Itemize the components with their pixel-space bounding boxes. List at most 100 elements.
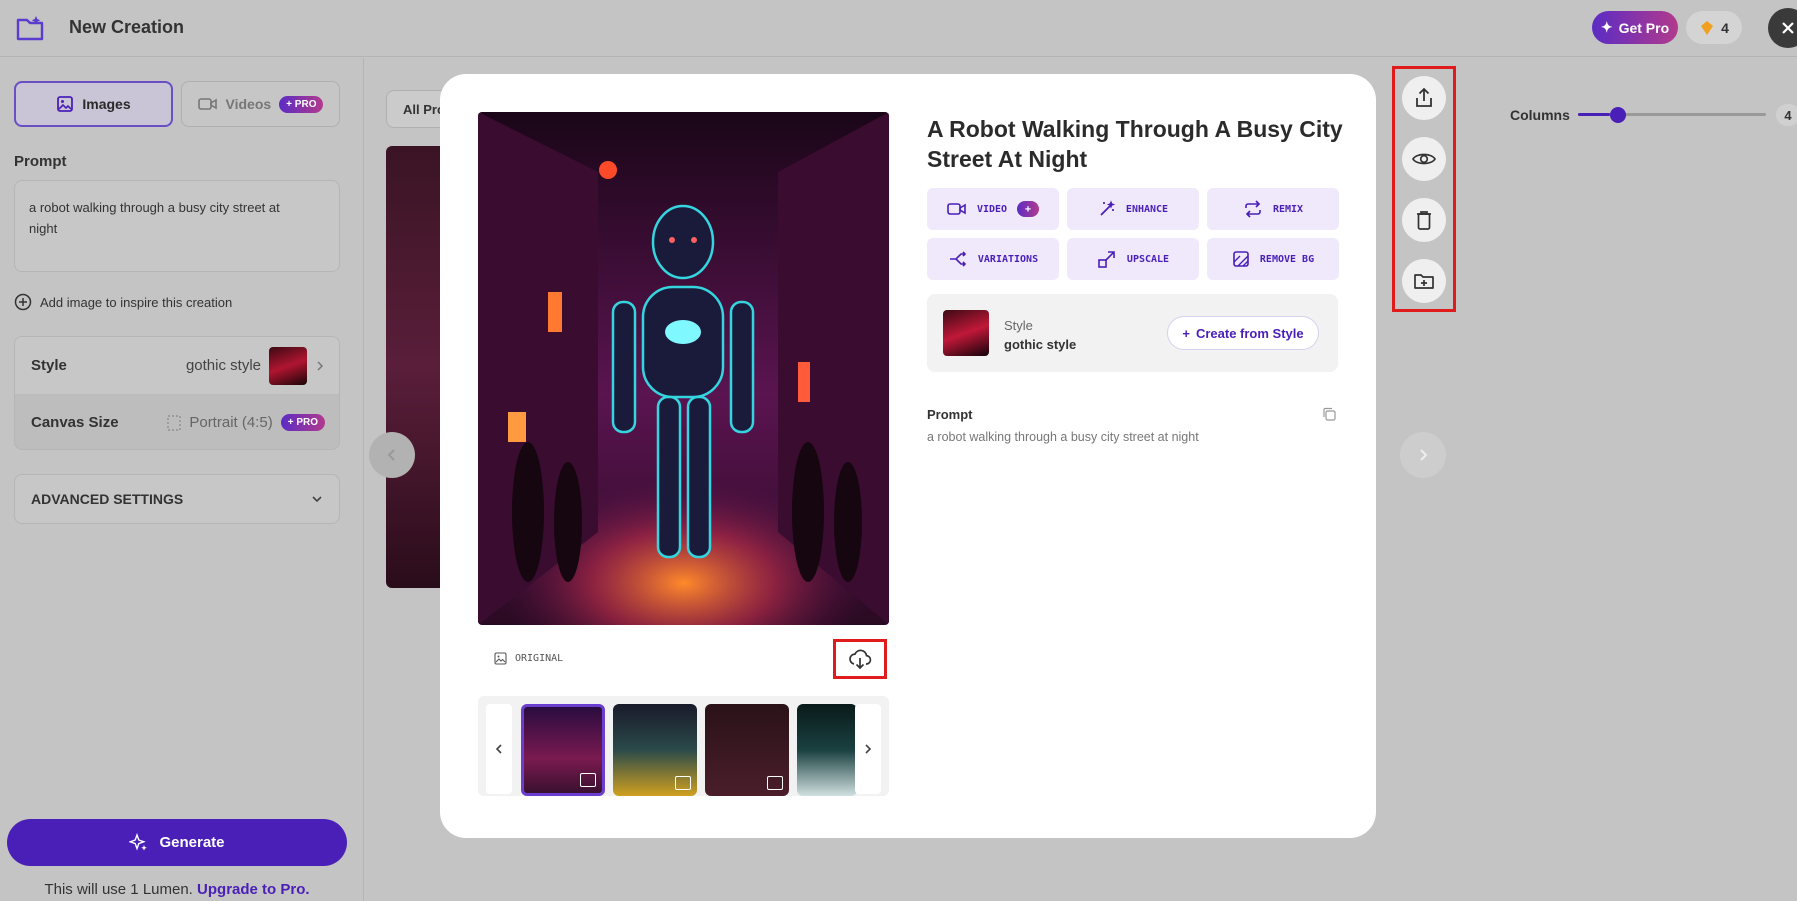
remix-button[interactable]: REMIX <box>1207 188 1339 230</box>
canvas-pro-badge: + PRO <box>280 414 325 431</box>
magic-wand-icon <box>1100 200 1116 216</box>
video-button[interactable]: VIDEO + <box>927 188 1059 230</box>
chevron-right-icon <box>317 360 324 371</box>
copy-icon[interactable] <box>1322 407 1336 421</box>
plus-circle-icon <box>14 293 32 311</box>
video-label: VIDEO <box>976 203 1008 215</box>
thumbs-next-button[interactable] <box>855 704 881 794</box>
tab-images[interactable]: Images <box>14 81 173 127</box>
remove-bg-button[interactable]: REMOVE BG <box>1207 238 1339 280</box>
columns-value: 4 <box>1776 104 1797 126</box>
download-button[interactable] <box>833 639 887 679</box>
tab-videos[interactable]: Videos + PRO <box>181 81 340 127</box>
expand-icon <box>1098 251 1115 268</box>
delete-button[interactable] <box>1402 198 1446 242</box>
variation-thumbnail-3[interactable] <box>705 704 789 796</box>
lumen-count: 4 <box>1721 19 1729 36</box>
sparkle-icon: ✦ <box>1600 19 1613 35</box>
columns-slider-fill <box>1578 113 1610 116</box>
enhance-label: ENHANCE <box>1125 203 1169 215</box>
lumen-balance[interactable]: 4 <box>1686 11 1742 44</box>
image-icon <box>580 773 596 787</box>
plus-icon: + <box>1182 325 1190 341</box>
thumbs-prev-button[interactable] <box>486 704 512 794</box>
remix-label: REMIX <box>1272 203 1304 215</box>
variations-label: VARIATIONS <box>977 253 1039 265</box>
remove-background-icon <box>1233 251 1249 267</box>
upscale-button[interactable]: UPSCALE <box>1067 238 1199 280</box>
video-pro-badge: + <box>1017 201 1040 217</box>
video-icon <box>947 203 966 215</box>
pro-badge: + PRO <box>279 95 324 113</box>
get-pro-label: Get Pro <box>1618 19 1670 36</box>
repeat-icon <box>1245 200 1261 218</box>
canvas-size-selector[interactable]: Canvas Size Portrait (4:5) + PRO <box>15 394 339 449</box>
top-bar: New Creation ✦ Get Pro 4 <box>0 0 1797 57</box>
left-panel: Images Videos + PRO Prompt a robot walki… <box>0 58 364 901</box>
variation-thumbnail-1[interactable] <box>521 704 605 796</box>
upgrade-link[interactable]: Upgrade to Pro. <box>197 881 310 898</box>
prompt-input[interactable]: a robot walking through a busy city stre… <box>14 180 340 272</box>
generate-button[interactable]: Generate <box>7 819 347 866</box>
generation-settings: Style gothic style Canvas Size Portrait … <box>14 336 340 450</box>
style-value: gothic style <box>185 357 261 374</box>
chevron-right-icon <box>1420 449 1428 461</box>
modal-prompt-text: a robot walking through a busy city stre… <box>927 430 1199 444</box>
add-image-label: Add image to inspire this creation <box>40 294 233 310</box>
page-title: New Creation <box>69 17 185 37</box>
add-to-folder-button[interactable] <box>1402 259 1446 303</box>
robot-artwork <box>478 112 889 625</box>
original-label: ORIGINAL <box>494 652 563 665</box>
style-label: Style <box>31 357 67 374</box>
side-action-bar <box>1392 66 1456 312</box>
portrait-frame-icon <box>167 414 181 431</box>
columns-slider[interactable] <box>1578 113 1766 116</box>
style-selector[interactable]: Style gothic style <box>15 337 339 394</box>
chevron-down-icon <box>312 496 322 503</box>
canvas-size-value: Portrait (4:5) <box>189 414 273 431</box>
folder-plus-icon <box>1414 274 1434 289</box>
chevron-left-icon <box>495 744 502 754</box>
chevron-right-icon <box>865 744 872 754</box>
share-icon <box>1416 87 1432 107</box>
advanced-settings-toggle[interactable]: ADVANCED SETTINGS <box>14 474 340 524</box>
close-icon <box>1782 22 1794 34</box>
generate-label: Generate <box>159 834 225 851</box>
columns-slider-handle[interactable] <box>1610 107 1626 123</box>
variation-thumbnail-4[interactable] <box>797 704 857 796</box>
style-card: Style gothic style + Create from Style <box>927 294 1338 372</box>
style-card-label: Style <box>1004 318 1033 333</box>
share-button[interactable] <box>1402 76 1446 120</box>
lumen-cost-note: This will use 1 Lumen. Upgrade to Pro. <box>0 881 354 898</box>
image-detail-modal: ORIGINAL A Robot Walking Through A Busy … <box>440 74 1376 838</box>
lumen-cost-text: This will use 1 Lumen. <box>44 881 193 898</box>
split-arrows-icon <box>949 251 967 267</box>
get-pro-button[interactable]: ✦ Get Pro <box>1592 11 1678 44</box>
previous-image-button[interactable] <box>369 432 415 478</box>
image-icon <box>57 96 74 112</box>
create-from-style-label: Create from Style <box>1195 325 1304 341</box>
add-image-button[interactable]: Add image to inspire this creation <box>14 293 232 311</box>
prompt-label: Prompt <box>14 153 67 170</box>
prompt-line-1: a robot walking through a busy city stre… <box>29 200 280 215</box>
canvas-size-label: Canvas Size <box>31 414 119 431</box>
style-thumbnail <box>943 310 989 356</box>
remove-bg-label: REMOVE BG <box>1259 253 1315 265</box>
variations-button[interactable]: VARIATIONS <box>927 238 1059 280</box>
enhance-button[interactable]: ENHANCE <box>1067 188 1199 230</box>
tab-videos-label: Videos <box>225 96 272 112</box>
video-icon <box>197 98 217 110</box>
generated-image[interactable] <box>478 112 889 625</box>
close-modal-button[interactable] <box>1768 8 1797 48</box>
create-from-style-button[interactable]: + Create from Style <box>1167 316 1319 350</box>
original-label-text: ORIGINAL <box>515 653 564 664</box>
image-icon <box>767 776 783 790</box>
gallery-card[interactable] <box>386 146 446 588</box>
image-title: A Robot Walking Through A Busy City Stre… <box>927 116 1343 172</box>
variation-thumbnail-2[interactable] <box>613 704 697 796</box>
chevron-left-icon <box>387 449 395 461</box>
trash-icon <box>1417 211 1431 230</box>
upscale-label: UPSCALE <box>1126 253 1170 265</box>
preview-button[interactable] <box>1402 137 1446 181</box>
next-image-button[interactable] <box>1400 432 1446 478</box>
